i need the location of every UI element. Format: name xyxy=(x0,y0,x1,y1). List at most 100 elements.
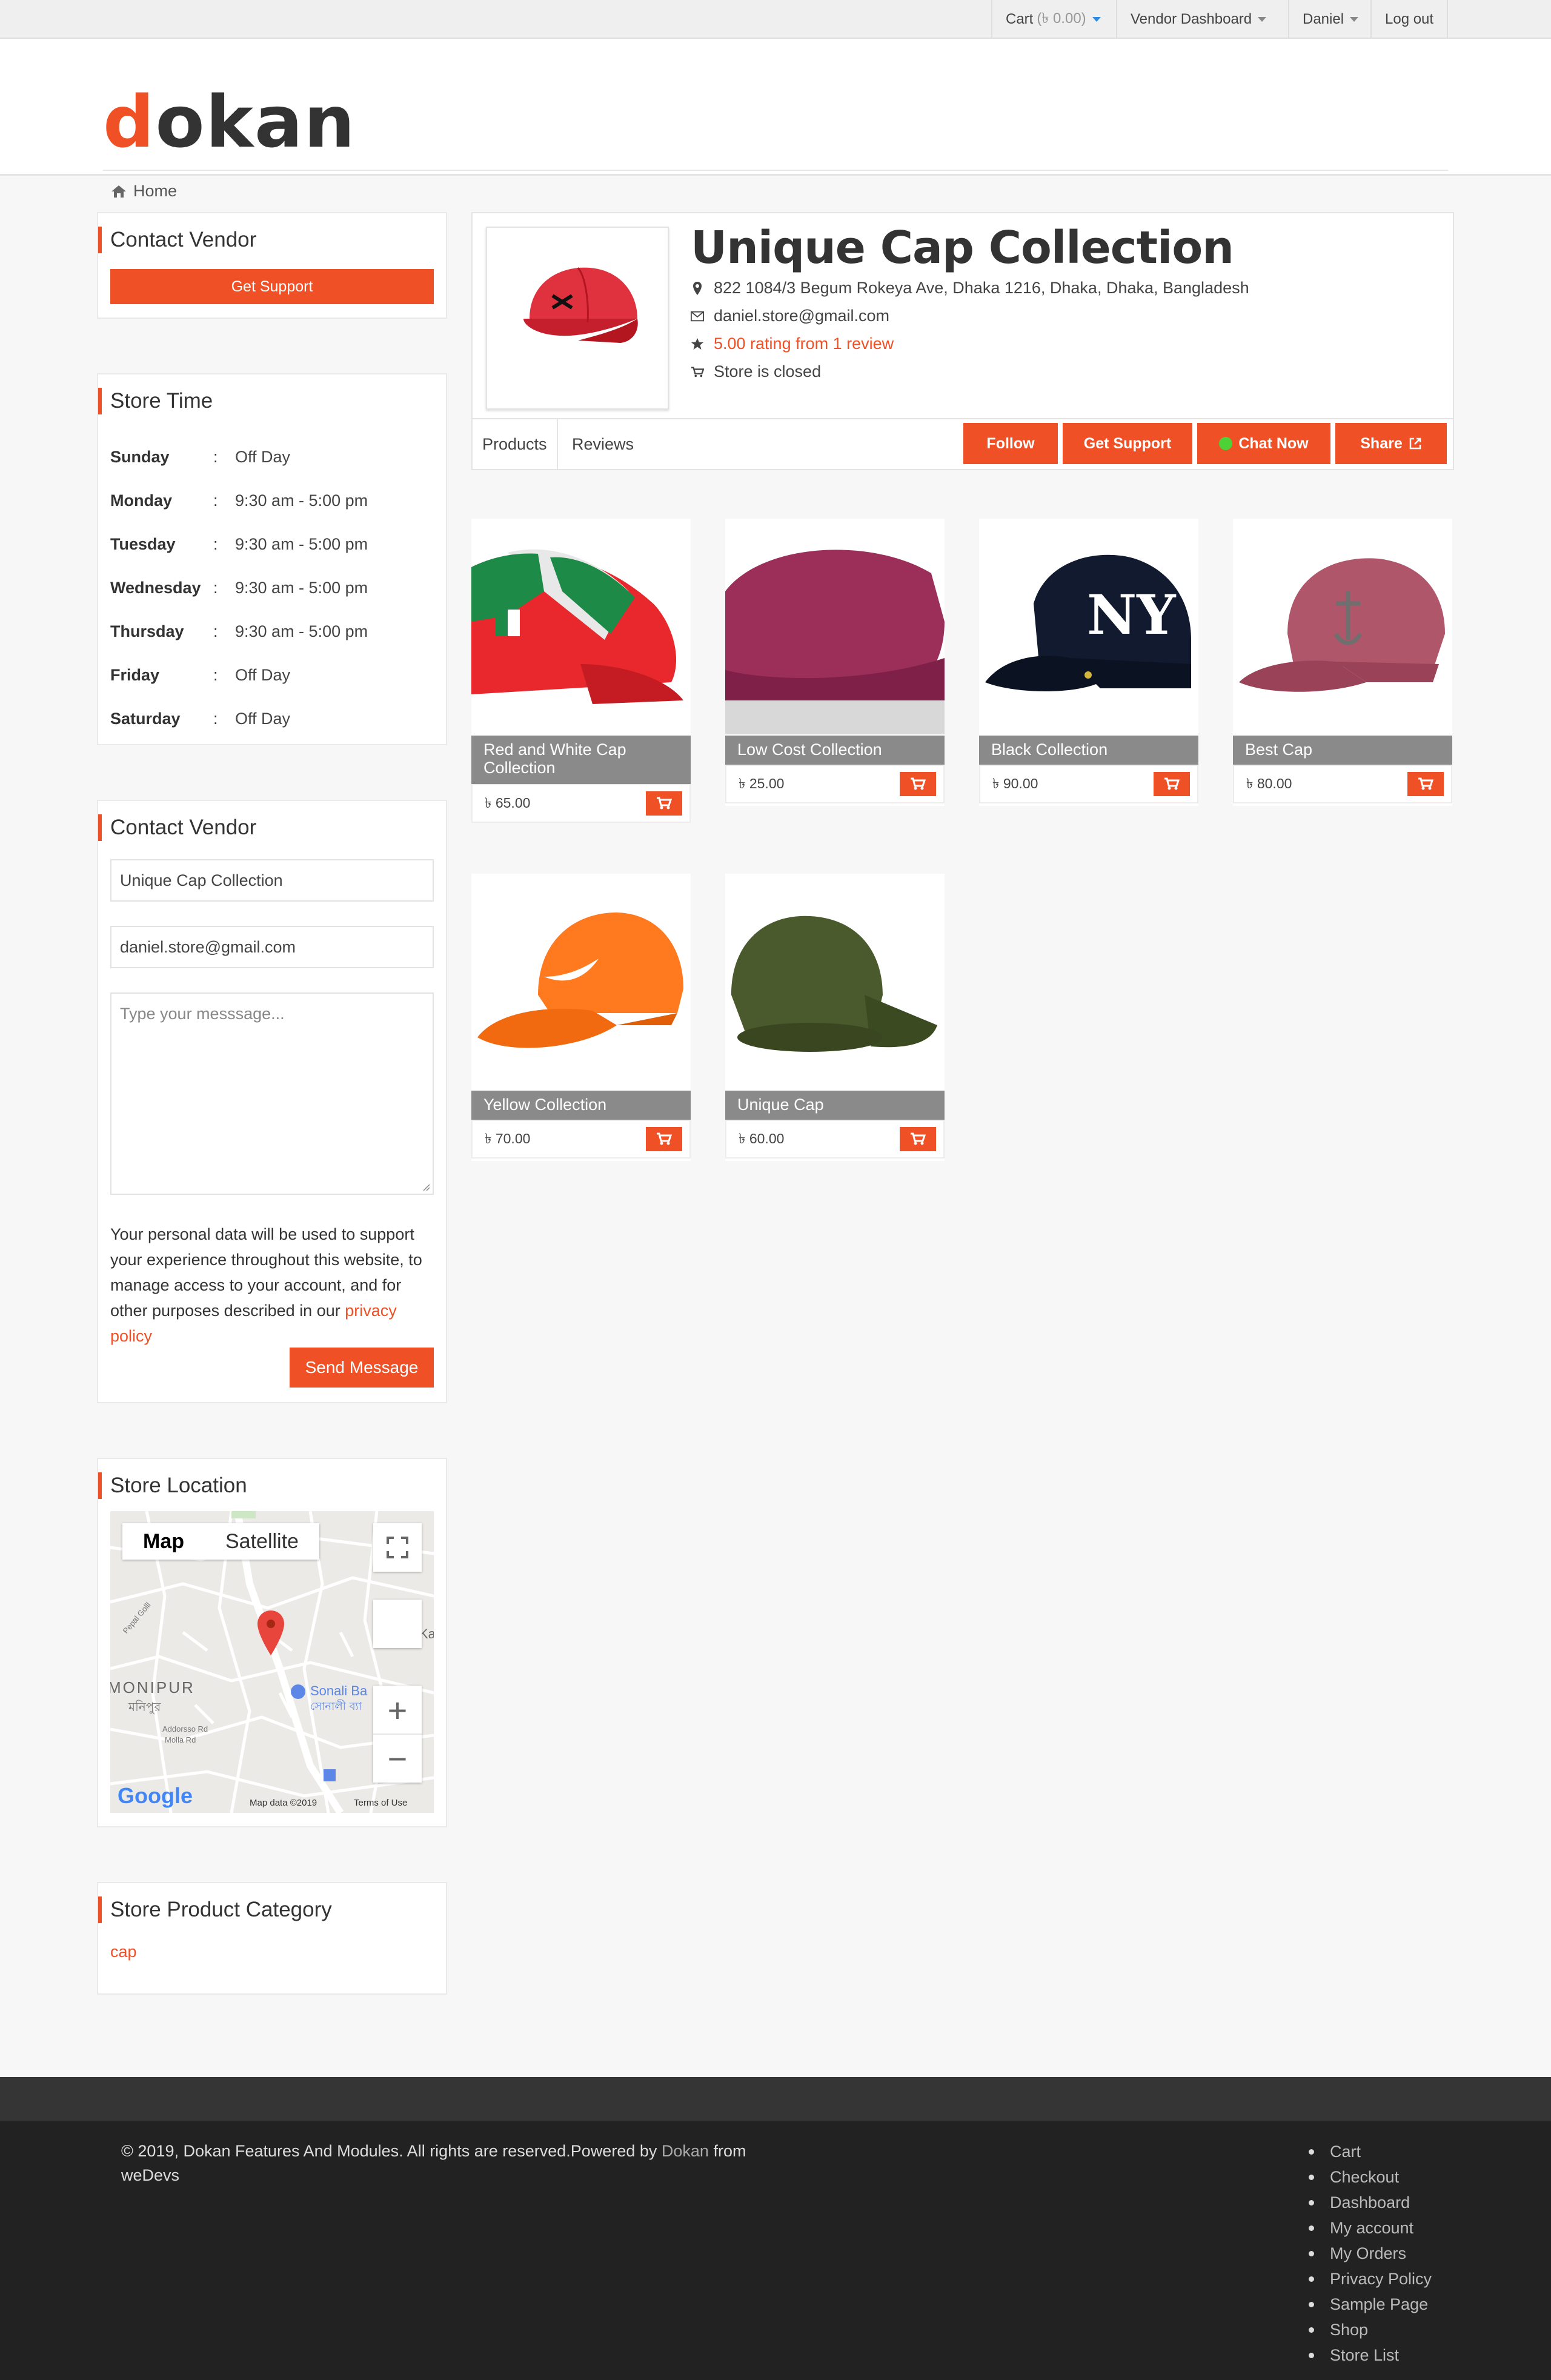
site-header: dokan Home xyxy=(0,39,1551,200)
tab-products[interactable]: Products xyxy=(473,419,558,469)
footer-link[interactable]: My Orders xyxy=(1309,2241,1432,2266)
zoom-out-button[interactable]: − xyxy=(373,1735,422,1782)
name-field[interactable]: Unique Cap Collection xyxy=(110,859,434,902)
product-card[interactable]: Unique Cap ৳ 60.00 xyxy=(725,874,945,1161)
follow-label: Follow xyxy=(986,434,1035,452)
time-value: 9:30 am - 5:00 pm xyxy=(235,534,368,553)
product-title[interactable]: Yellow Collection xyxy=(471,1091,691,1120)
wedevs-link[interactable]: weDevs xyxy=(121,2166,179,2184)
add-to-cart-button[interactable] xyxy=(1407,772,1444,796)
product-card[interactable]: Low Cost Collection ৳ 25.00 xyxy=(725,519,945,806)
email-field[interactable]: daniel.store@gmail.com xyxy=(110,926,434,968)
product-card[interactable]: Yellow Collection ৳ 70.00 xyxy=(471,874,691,1161)
user-name: Daniel xyxy=(1303,11,1344,27)
product-title[interactable]: Black Collection xyxy=(979,736,1198,765)
widget-title: Store Time xyxy=(98,388,213,414)
map-pin-icon[interactable] xyxy=(256,1609,286,1658)
message-textarea[interactable]: Type your messsage... xyxy=(110,992,434,1195)
map-tab-satellite[interactable]: Satellite xyxy=(205,1523,319,1560)
share-button[interactable]: Share xyxy=(1335,423,1447,464)
footer-link[interactable]: Shop xyxy=(1309,2317,1432,2342)
follow-button[interactable]: Follow xyxy=(963,423,1058,464)
widget-title: Contact Vendor xyxy=(98,814,256,841)
product-price: ৳ 65.00 xyxy=(485,794,531,811)
chat-now-button[interactable]: Chat Now xyxy=(1197,423,1330,464)
star-icon xyxy=(691,337,703,350)
footer-link[interactable]: Sample Page xyxy=(1309,2292,1432,2317)
map-tab-map[interactable]: Map xyxy=(122,1523,205,1560)
footer-link[interactable]: Cart xyxy=(1309,2139,1432,2164)
top-bar: Cart (৳ 0.00) Vendor Dashboard Daniel Lo… xyxy=(0,0,1551,39)
product-image[interactable] xyxy=(1233,519,1452,734)
footer-link[interactable]: Privacy Policy xyxy=(1309,2266,1432,2292)
add-to-cart-button[interactable] xyxy=(646,791,682,816)
day-label: Wednesday xyxy=(110,578,201,597)
store-map[interactable]: Pepal Golli MONIPUR মনিপুর Addorsso Rd M… xyxy=(110,1511,434,1813)
product-image[interactable] xyxy=(725,519,945,734)
product-price-row: ৳ 70.00 xyxy=(471,1120,691,1158)
product-title[interactable]: Low Cost Collection xyxy=(725,736,945,765)
chat-label: Chat Now xyxy=(1238,434,1309,452)
product-card[interactable]: Best Cap ৳ 80.00 xyxy=(1233,519,1452,806)
map-label: MONIPUR xyxy=(110,1678,195,1697)
cart-amount: (৳ 0.00) xyxy=(1037,10,1086,27)
add-to-cart-button[interactable] xyxy=(646,1127,682,1151)
address-text: 822 1084/3 Begum Rokeya Ave, Dhaka 1216,… xyxy=(714,279,1249,297)
user-menu[interactable]: Daniel xyxy=(1288,0,1372,39)
vendor-dashboard-menu[interactable]: Vendor Dashboard xyxy=(1116,0,1280,39)
get-support-button[interactable]: Get Support xyxy=(110,269,434,304)
street-view-button[interactable] xyxy=(373,1600,422,1648)
cart-icon xyxy=(1164,777,1180,790)
product-image[interactable]: NY xyxy=(979,519,1198,734)
category-link-cap[interactable]: cap xyxy=(110,1943,137,1961)
product-title[interactable]: Best Cap xyxy=(1233,736,1452,765)
cart-icon xyxy=(657,797,672,809)
map-label: সোনালী ব্যা xyxy=(310,1700,362,1713)
footer-link[interactable]: Store List xyxy=(1309,2342,1432,2368)
product-card[interactable]: Red and White Cap Collection ৳ 65.00 xyxy=(471,519,691,823)
envelope-icon xyxy=(691,311,704,321)
cart-menu[interactable]: Cart (৳ 0.00) xyxy=(991,0,1114,39)
email-text[interactable]: daniel.store@gmail.com xyxy=(714,307,889,325)
product-image[interactable] xyxy=(471,874,691,1089)
product-price: ৳ 70.00 xyxy=(485,1130,531,1146)
tab-reviews[interactable]: Reviews xyxy=(562,419,643,469)
product-card[interactable]: NY Black Collection ৳ 90.00 xyxy=(979,519,1198,806)
add-to-cart-button[interactable] xyxy=(900,1127,936,1151)
fullscreen-button[interactable] xyxy=(373,1523,422,1572)
product-price-row: ৳ 65.00 xyxy=(471,784,691,823)
logout-label: Log out xyxy=(1385,11,1434,27)
footer-link[interactable]: My account xyxy=(1309,2215,1432,2241)
product-title[interactable]: Red and White Cap Collection xyxy=(471,736,691,784)
day-label: Thursday xyxy=(110,622,184,640)
cart-label: Cart xyxy=(1006,11,1034,27)
send-message-button[interactable]: Send Message xyxy=(290,1348,434,1388)
add-to-cart-button[interactable] xyxy=(1154,772,1190,796)
store-cap-image xyxy=(523,267,638,343)
product-image[interactable] xyxy=(725,874,945,1089)
store-name: Unique Cap Collection xyxy=(691,222,1234,274)
logo[interactable]: dokan xyxy=(103,86,356,158)
product-image[interactable] xyxy=(471,519,691,734)
dokan-link[interactable]: Dokan xyxy=(662,2142,709,2160)
cap-image xyxy=(731,916,937,1052)
copyright: © 2019, Dokan Features And Modules. All … xyxy=(121,2139,788,2187)
get-support-store-button[interactable]: Get Support xyxy=(1063,423,1192,464)
product-title[interactable]: Unique Cap xyxy=(725,1091,945,1120)
footer-link[interactable]: Dashboard xyxy=(1309,2190,1432,2215)
add-to-cart-button[interactable] xyxy=(900,772,936,796)
separator: : xyxy=(213,491,218,510)
logout-link[interactable]: Log out xyxy=(1370,0,1449,39)
rating-link[interactable]: 5.00 rating from 1 review xyxy=(714,334,894,353)
separator: : xyxy=(213,534,218,553)
zoom-in-button[interactable]: + xyxy=(373,1686,422,1735)
map-terms-link[interactable]: Terms of Use xyxy=(354,1798,407,1808)
footer-link[interactable]: Checkout xyxy=(1309,2164,1432,2190)
separator: : xyxy=(213,578,218,597)
cart-icon xyxy=(691,367,704,377)
resize-handle-icon[interactable] xyxy=(420,1182,430,1191)
cap-image xyxy=(1239,558,1445,692)
widget-title: Store Location xyxy=(98,1472,247,1499)
breadcrumb[interactable]: Home xyxy=(110,182,177,201)
separator: : xyxy=(213,709,218,728)
